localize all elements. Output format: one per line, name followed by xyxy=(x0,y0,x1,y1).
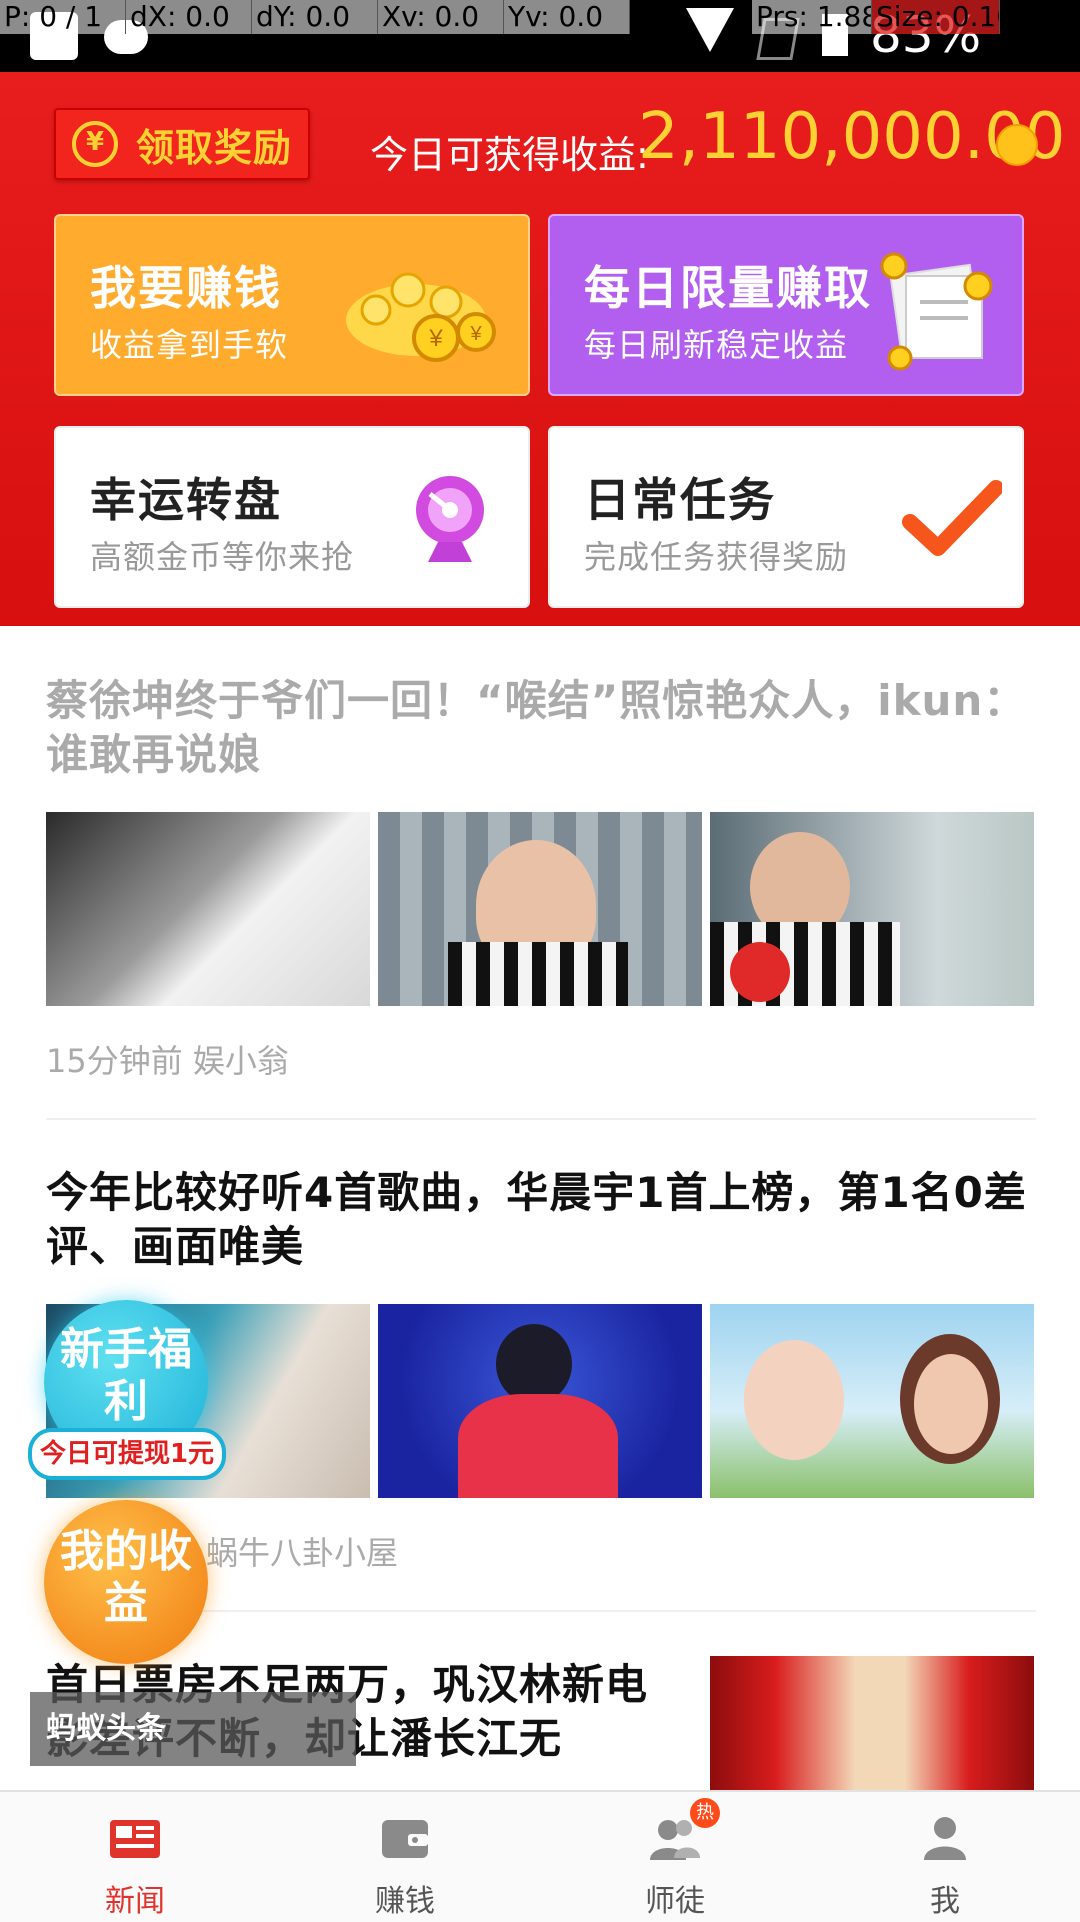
card-title: 日常任务 xyxy=(584,473,776,527)
alarm-clock-icon xyxy=(72,121,118,167)
debug-size: Size: 0.10 xyxy=(872,0,1000,34)
pointer-debug-overlay: P: 0 / 1 dX: 0.0 dY: 0.0 Xv: 0.0 Yv: 0.0… xyxy=(0,0,1080,34)
article-title[interactable]: 蔡徐坤终于爷们一回！“喉结”照惊艳众人，ikun：谁敢再说娘 xyxy=(46,674,1036,782)
card-title: 幸运转盘 xyxy=(90,473,282,527)
coins-icon: ¥ ¥ xyxy=(346,272,496,362)
my-income-title: 我的收益 xyxy=(60,1526,192,1629)
card-make-money[interactable]: 我要赚钱 收益拿到手软 ¥ ¥ xyxy=(54,214,530,396)
article-thumbnail[interactable] xyxy=(378,812,702,1006)
claim-reward-button[interactable]: 领取奖励 xyxy=(54,108,310,180)
article-thumbnail[interactable] xyxy=(46,812,370,1006)
card-subtitle: 完成任务获得奖励 xyxy=(584,538,849,576)
article-title[interactable]: 今年比较好听4首歌曲，华晨宇1首上榜，第1名0差评、画面唯美 xyxy=(46,1166,1036,1274)
coin-icon xyxy=(996,124,1038,166)
svg-text:¥: ¥ xyxy=(469,323,482,345)
tab-label: 赚钱 xyxy=(375,1884,435,1919)
withdraw-today-tag[interactable]: 今日可提现1元 xyxy=(28,1428,226,1480)
card-title: 每日限量赚取 xyxy=(584,261,872,315)
my-income-badge[interactable]: 我的收益 xyxy=(44,1500,208,1664)
article-thumbnail[interactable] xyxy=(710,812,1034,1006)
tab-label: 我 xyxy=(930,1884,960,1919)
documents-icon xyxy=(880,252,993,371)
article-thumbnail[interactable] xyxy=(710,1304,1034,1498)
card-subtitle: 高额金币等你来抢 xyxy=(90,538,355,576)
claim-reward-label: 领取奖励 xyxy=(136,125,293,170)
debug-dx: dX: 0.0 xyxy=(126,0,252,34)
wheel-icon xyxy=(416,476,484,562)
card-title: 我要赚钱 xyxy=(90,261,282,315)
debug-yv: Yv: 0.0 xyxy=(504,0,630,34)
card-subtitle: 收益拿到手软 xyxy=(90,326,289,364)
profile-icon xyxy=(924,1817,966,1860)
article-thumbnail[interactable] xyxy=(378,1304,702,1498)
tab-me[interactable]: 我 xyxy=(810,1792,1080,1922)
wallet-icon xyxy=(382,1820,428,1858)
status-bar: 83% 11:17 P: 0 / 1 dX: 0.0 dY: 0.0 Xv: 0… xyxy=(0,0,1080,122)
card-daily-limited[interactable]: 每日限量赚取 每日刷新稳定收益 xyxy=(548,214,1024,396)
bottom-tab-bar: 新闻 赚钱 热 师徒 我 xyxy=(0,1790,1080,1922)
today-earnings-label: 今日可获得收益: xyxy=(370,133,649,177)
news-icon xyxy=(110,1820,160,1858)
debug-dy: dY: 0.0 xyxy=(252,0,378,34)
checkmark-icon xyxy=(902,480,1002,556)
newbie-welfare-title: 新手福利 xyxy=(60,1324,192,1427)
tab-label: 师徒 xyxy=(645,1884,705,1919)
debug-pressure: Prs: 1.88 xyxy=(752,0,872,34)
card-subtitle: 每日刷新稳定收益 xyxy=(584,326,849,364)
article-meta: 蜗牛八卦小屋 xyxy=(206,1534,399,1572)
article-divider xyxy=(46,1118,1036,1120)
debug-xv: Xv: 0.0 xyxy=(378,0,504,34)
card-lucky-wheel[interactable]: 幸运转盘 高额金币等你来抢 xyxy=(54,426,530,608)
tab-label: 新闻 xyxy=(105,1884,165,1919)
earnings-banner: 领取奖励 今日可获得收益: 2,110,000.00 我要赚钱 收益拿到手软 ¥… xyxy=(0,72,1080,626)
tab-mentor[interactable]: 热 师徒 xyxy=(540,1792,810,1922)
article-meta: 15分钟前 娱小翁 xyxy=(46,1042,289,1080)
debug-pointer: P: 0 / 1 xyxy=(0,0,126,34)
uid-watermark: 蚂蚁头条UID:7801013 xyxy=(30,1692,356,1820)
tab-news[interactable]: 新闻 xyxy=(0,1792,270,1922)
svg-text:¥: ¥ xyxy=(428,325,443,352)
article-thumbnail[interactable] xyxy=(710,1656,1034,1790)
tab-earn[interactable]: 赚钱 xyxy=(270,1792,540,1922)
card-daily-task[interactable]: 日常任务 完成任务获得奖励 xyxy=(548,426,1024,608)
hot-badge: 热 xyxy=(690,1798,720,1828)
